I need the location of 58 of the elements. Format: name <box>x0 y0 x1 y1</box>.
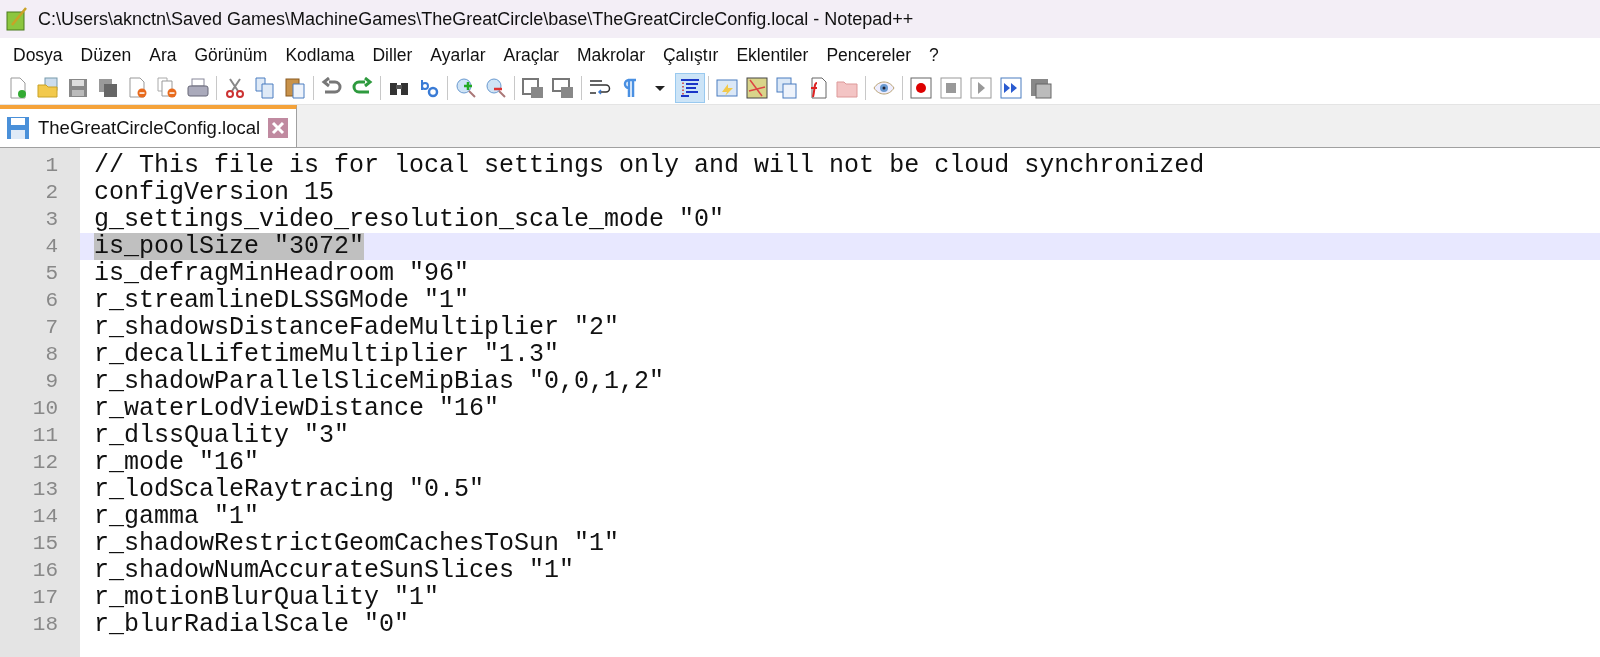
notepad-app-icon <box>6 7 28 31</box>
new-file-icon <box>7 77 29 99</box>
documents-minus-icon <box>157 77 179 99</box>
code-line: r_waterLodViewDistance "16" <box>94 395 500 422</box>
code-line: is_defragMinHeadroom "96" <box>94 260 470 287</box>
code-line: r_blurRadialScale "0" <box>94 611 410 638</box>
document-minus-icon <box>127 77 149 99</box>
line-number: 4 <box>0 233 80 260</box>
code-line: r_dlssQuality "3" <box>94 422 350 449</box>
code-line: r_streamlineDLSSGMode "1" <box>94 287 470 314</box>
code-line: r_shadowRestrictGeomCachesToSun "1" <box>94 530 620 557</box>
record-icon <box>910 77 932 99</box>
toolbar-button[interactable] <box>675 73 705 103</box>
menu-item[interactable]: Makrolar <box>567 44 654 66</box>
clipboard-icon <box>284 77 306 99</box>
menu-item[interactable]: Diller <box>363 44 422 66</box>
menu-item[interactable]: Araçlar <box>494 44 568 66</box>
zoom-out-icon <box>485 77 507 99</box>
menu-item[interactable]: Eklentiler <box>727 44 818 66</box>
caret-icon <box>655 85 665 91</box>
code-line: r_shadowsDistanceFadeMultiplier "2" <box>94 314 620 341</box>
code-line: r_decalLifetimeMultiplier "1.3" <box>94 341 560 368</box>
menu-item[interactable]: Ayarlar <box>421 44 495 66</box>
indent-guide-icon <box>679 77 701 99</box>
lightning-window-icon <box>716 77 738 99</box>
stop-icon <box>940 77 962 99</box>
map-icon <box>746 77 768 99</box>
fast-forward-icon <box>1000 77 1022 99</box>
floppy-stack-icon <box>97 77 119 99</box>
menu-item[interactable]: Ara <box>140 44 186 66</box>
zoom-in-icon <box>455 77 477 99</box>
code-line: r_gamma "1" <box>94 503 260 530</box>
scissors-icon <box>224 77 246 99</box>
window-title: C:\Users\aknctn\Saved Games\MachineGames\TheGreatCircle\base\TheGreatCircleConfig.local - Notepad++ <box>38 8 914 30</box>
code-line: configVersion 15 <box>94 179 335 206</box>
macro-list-icon <box>1030 77 1052 99</box>
code-line: r_shadowParallelSliceMipBias "0,0,1,2" <box>94 368 665 395</box>
code-line: r_shadowNumAccurateSunSlices "1" <box>94 557 575 584</box>
folder-icon <box>37 77 59 99</box>
menu-item[interactable]: Düzen <box>71 44 141 66</box>
copy-icon <box>254 77 276 99</box>
tab-label: TheGreatCircleConfig.local <box>38 117 261 139</box>
code-line: r_motionBlurQuality "1" <box>94 584 440 611</box>
documents-icon <box>776 77 798 99</box>
close-icon[interactable] <box>268 118 289 138</box>
menu-item[interactable]: Dosya <box>4 44 72 66</box>
menu-item[interactable]: Görünüm <box>185 44 277 66</box>
menu-item[interactable]: Çalıştır <box>654 44 728 66</box>
menu-item[interactable]: Kodlama <box>276 44 364 66</box>
file-tab[interactable]: TheGreatCircleConfig.local <box>0 105 298 147</box>
code-line: g_settings_video_resolution_scale_mode "0" <box>94 206 725 233</box>
menu-item[interactable]: Pencereler <box>817 44 921 66</box>
menu-item[interactable]: ? <box>920 44 948 66</box>
printer-icon <box>187 77 209 99</box>
code-line: r_lodScaleRaytracing "0.5" <box>94 476 485 503</box>
code-line: // This file is for local settings only and will not be cloud synchronized <box>94 152 1205 179</box>
play-icon <box>970 77 992 99</box>
code-line: r_mode "16" <box>94 449 260 476</box>
